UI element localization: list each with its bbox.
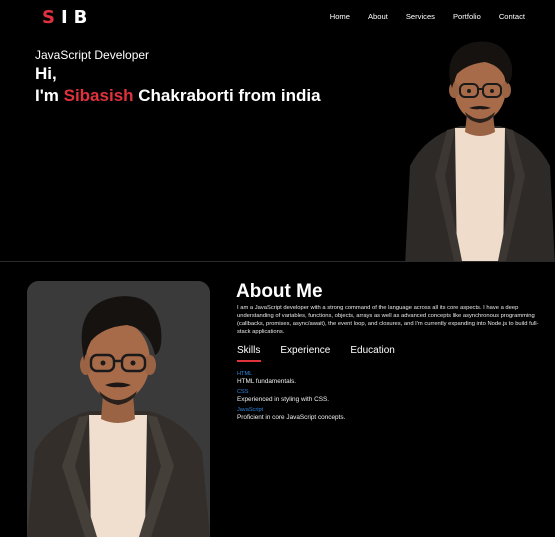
hero-section: JavaScript Developer Hi, I'm Sibasish Ch… [0,36,555,261]
skill-description: Experienced in styling with CSS. [237,396,329,403]
about-title: About Me [236,281,323,302]
hero-first-name: Sibasish [63,86,134,105]
about-tabs: Skills Experience Education [237,345,395,362]
section-divider [0,261,555,262]
skill-description: HTML fundamentals. [237,378,297,385]
hero-subtitle: JavaScript Developer [35,48,150,62]
hero-im: I'm [35,86,64,105]
tab-experience[interactable]: Experience [280,345,330,360]
navbar: SIB Home About Services Portfolio Contac… [0,0,555,36]
about-description: I am a JavaScript developer with a stron… [237,305,539,336]
skill-name: HTML [237,371,253,377]
logo[interactable]: SIB [42,7,93,28]
hero-rest: Chakraborti from india [133,86,321,105]
skill-name: CSS [237,389,249,395]
skill-item: JavaScript Proficient in core JavaScript… [237,407,487,422]
nav-services[interactable]: Services [406,12,435,21]
skills-list: HTML HTML fundamentals. CSS Experienced … [237,371,487,425]
about-portrait-card [27,281,210,537]
nav-contact[interactable]: Contact [499,12,525,21]
tab-skills[interactable]: Skills [237,345,262,362]
skill-item: CSS Experienced in styling with CSS. [237,389,487,404]
tab-education[interactable]: Education [350,345,394,360]
logo-letters-ib: IB [60,7,94,28]
hero-greeting: Hi, [35,64,57,83]
skill-item: HTML HTML fundamentals. [237,371,487,386]
about-portrait-image [27,281,210,537]
nav-about[interactable]: About [368,12,388,21]
hero-portrait-image [405,41,555,261]
skill-description: Proficient in core JavaScript concepts. [237,414,346,421]
logo-letter-s: S [42,7,61,28]
nav-portfolio[interactable]: Portfolio [453,12,481,21]
nav-links: Home About Services Portfolio Contact [330,12,525,21]
nav-home[interactable]: Home [330,12,350,21]
hero-title: Hi, I'm Sibasish Chakraborti from india [35,63,321,107]
skill-name: JavaScript [237,407,264,413]
